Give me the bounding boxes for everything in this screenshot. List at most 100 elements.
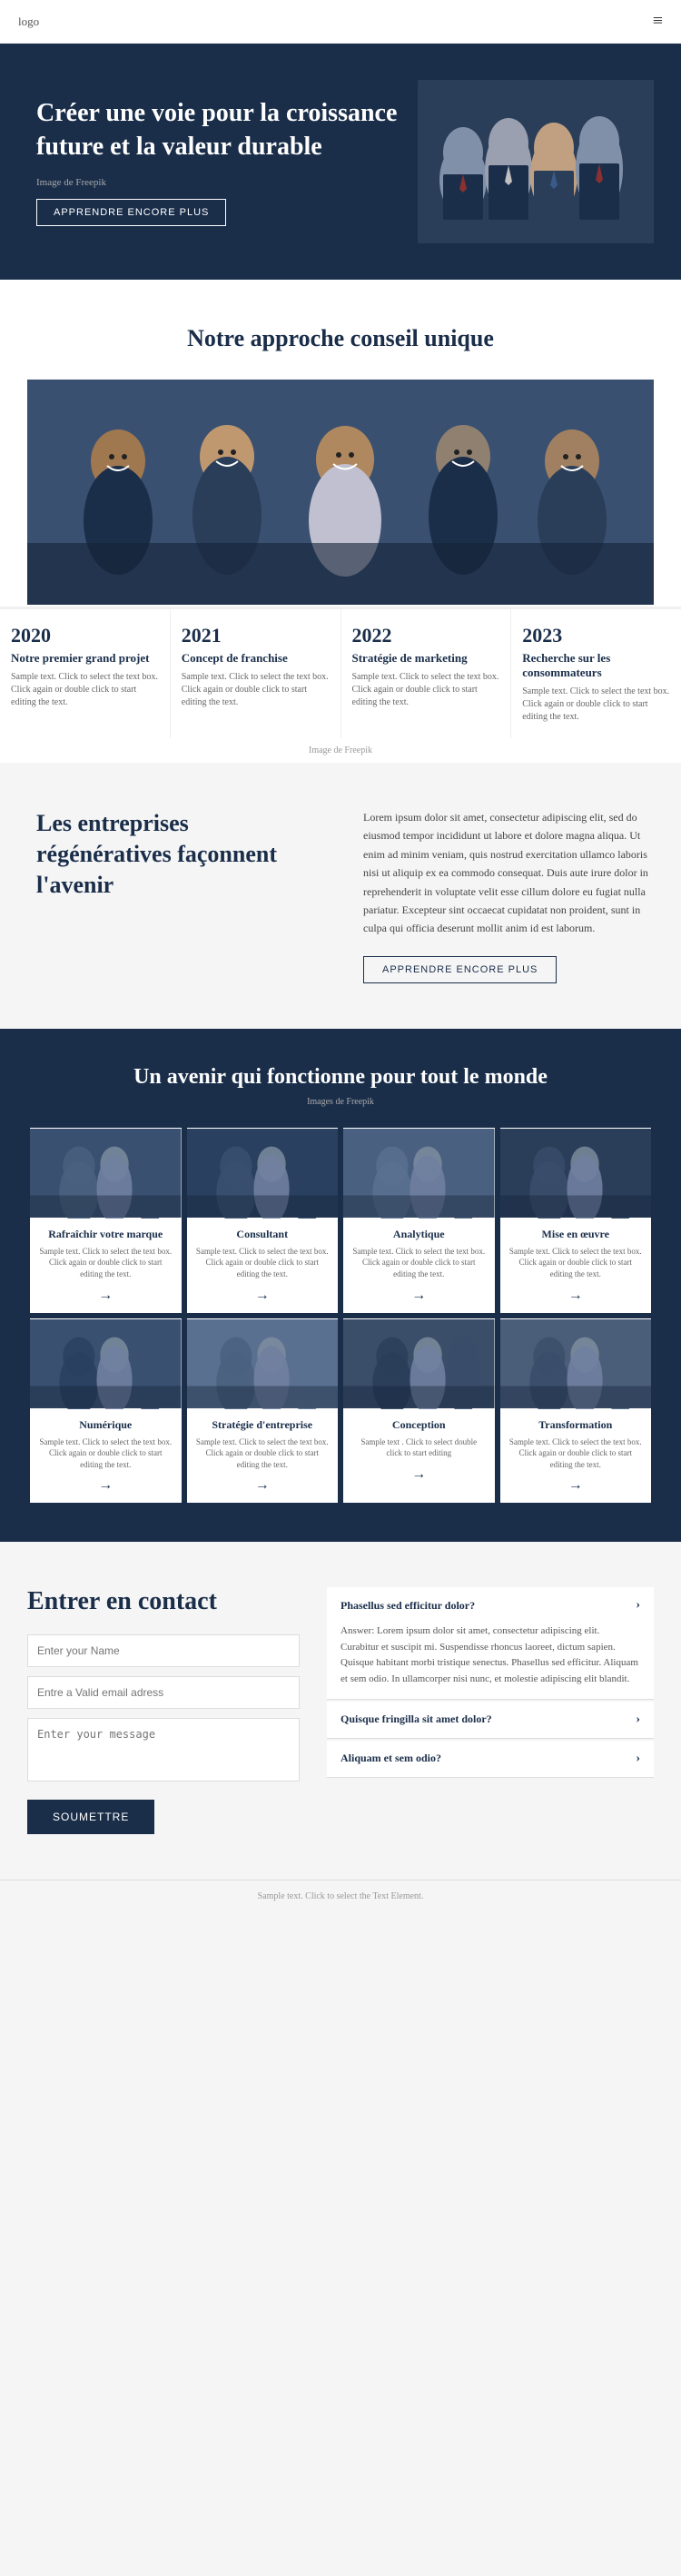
footer-text: Sample text. Click to select the Text El… xyxy=(258,1891,424,1901)
year-2020: 2020 xyxy=(11,624,159,647)
timeline-item-2021: 2021 Concept de franchise Sample text. C… xyxy=(171,609,341,738)
faq-item: Aliquam et sem odio? › xyxy=(327,1741,654,1778)
title-2022: Stratégie de marketing xyxy=(352,651,500,666)
card-text: Sample text. Click to select the text bo… xyxy=(352,1246,486,1280)
message-input[interactable] xyxy=(27,1718,300,1781)
card-arrow-icon[interactable]: → xyxy=(411,1288,426,1303)
contact-section: Entrer en contact SOUMETTRE Phasellus se… xyxy=(0,1542,681,1880)
card-text: Sample text. Click to select the text bo… xyxy=(196,1436,330,1471)
card-body: Stratégie d'entreprise Sample text. Clic… xyxy=(187,1409,339,1504)
card-title: Analytique xyxy=(352,1228,486,1241)
title-2023: Recherche sur les consommateurs xyxy=(522,651,670,680)
card-arrow-icon[interactable]: → xyxy=(568,1288,583,1303)
card-text: Sample text. Click to select the text bo… xyxy=(509,1436,643,1471)
timeline: 2020 Notre premier grand projet Sample t… xyxy=(0,607,681,738)
card-title: Transformation xyxy=(509,1418,643,1432)
card-image xyxy=(343,1318,495,1409)
card-image xyxy=(500,1318,652,1409)
card-body: Consultant Sample text. Click to select … xyxy=(187,1219,339,1313)
future-section: Un avenir qui fonctionne pour tout le mo… xyxy=(0,1029,681,1543)
text-2022: Sample text. Click to select the text bo… xyxy=(352,671,500,709)
card-body: Analytique Sample text. Click to select … xyxy=(343,1219,495,1313)
card-body: Mise en œuvre Sample text. Click to sele… xyxy=(500,1219,652,1313)
card-arrow-icon[interactable]: → xyxy=(568,1477,583,1493)
year-2021: 2021 xyxy=(182,624,330,647)
card-title: Rafraîchir votre marque xyxy=(39,1228,173,1241)
faq-answer: Answer: Lorem ipsum dolor sit amet, cons… xyxy=(327,1624,654,1698)
email-input[interactable] xyxy=(27,1676,300,1709)
contact-left: Entrer en contact SOUMETTRE xyxy=(27,1587,300,1834)
hero-section: Créer une voie pour la croissance future… xyxy=(0,44,681,280)
card-title: Mise en œuvre xyxy=(509,1228,643,1241)
regen-learn-more-button[interactable]: APPRENDRE ENCORE PLUS xyxy=(363,956,557,983)
card-text: Sample text. Click to select the text bo… xyxy=(196,1246,330,1280)
card-arrow-icon[interactable]: → xyxy=(411,1466,426,1482)
faq-question-text: Quisque fringilla sit amet dolor? xyxy=(340,1712,492,1726)
regen-text: Lorem ipsum dolor sit amet, consectetur … xyxy=(363,808,654,938)
hero-title: Créer une voie pour la croissance future… xyxy=(36,97,418,163)
card-text: Sample text . Click to select double cli… xyxy=(352,1436,486,1459)
logo: logo xyxy=(18,15,39,29)
card-image xyxy=(187,1128,339,1219)
card-body: Conception Sample text . Click to select… xyxy=(343,1409,495,1492)
faq-question-0[interactable]: Phasellus sed efficitur dolor? › xyxy=(327,1587,654,1624)
card-image xyxy=(30,1318,182,1409)
cards-grid: Rafraîchir votre marque Sample text. Cli… xyxy=(27,1125,654,1506)
hero-img-credit: Image de Freepik xyxy=(36,177,418,188)
card-item: Rafraîchir votre marque Sample text. Cli… xyxy=(30,1128,182,1313)
footer: Sample text. Click to select the Text El… xyxy=(0,1880,681,1912)
card-title: Numérique xyxy=(39,1418,173,1432)
timeline-item-2022: 2022 Stratégie de marketing Sample text.… xyxy=(341,609,512,738)
hero-text-block: Créer une voie pour la croissance future… xyxy=(36,97,418,226)
card-text: Sample text. Click to select the text bo… xyxy=(509,1246,643,1280)
card-item: Transformation Sample text. Click to sel… xyxy=(500,1318,652,1504)
title-2020: Notre premier grand projet xyxy=(11,651,159,666)
approach-title: Notre approche conseil unique xyxy=(27,325,654,352)
card-item: Numérique Sample text. Click to select t… xyxy=(30,1318,182,1504)
hamburger-icon[interactable]: ≡ xyxy=(653,11,663,32)
hero-learn-more-button[interactable]: APPRENDRE ENCORE PLUS xyxy=(36,199,226,226)
card-arrow-icon[interactable]: → xyxy=(98,1288,113,1303)
card-item: Analytique Sample text. Click to select … xyxy=(343,1128,495,1313)
approach-image xyxy=(27,380,654,607)
card-arrow-icon[interactable]: → xyxy=(255,1477,270,1493)
faq-question-2[interactable]: Aliquam et sem odio? › xyxy=(327,1741,654,1777)
card-image xyxy=(30,1128,182,1219)
hero-image xyxy=(418,80,654,243)
card-body: Rafraîchir votre marque Sample text. Cli… xyxy=(30,1219,182,1313)
year-2022: 2022 xyxy=(352,624,500,647)
contact-right: Phasellus sed efficitur dolor? › Answer:… xyxy=(327,1587,654,1834)
faq-question-text: Aliquam et sem odio? xyxy=(340,1752,441,1765)
regen-right: Lorem ipsum dolor sit amet, consectetur … xyxy=(363,808,654,983)
card-body: Numérique Sample text. Click to select t… xyxy=(30,1409,182,1504)
card-title: Consultant xyxy=(196,1228,330,1241)
chevron-right-icon: › xyxy=(636,1598,640,1613)
future-title: Un avenir qui fonctionne pour tout le mo… xyxy=(27,1065,654,1090)
regen-section: Les entreprises régénératives façonnent … xyxy=(0,763,681,1029)
name-input[interactable] xyxy=(27,1634,300,1667)
faq-question-1[interactable]: Quisque fringilla sit amet dolor? › xyxy=(327,1702,654,1738)
card-title: Conception xyxy=(352,1418,486,1432)
submit-button[interactable]: SOUMETTRE xyxy=(27,1800,154,1834)
card-item: Consultant Sample text. Click to select … xyxy=(187,1128,339,1313)
contact-title: Entrer en contact xyxy=(27,1587,300,1616)
title-2021: Concept de franchise xyxy=(182,651,330,666)
year-2023: 2023 xyxy=(522,624,670,647)
card-text: Sample text. Click to select the text bo… xyxy=(39,1436,173,1471)
text-2020: Sample text. Click to select the text bo… xyxy=(11,671,159,709)
timeline-item-2023: 2023 Recherche sur les consommateurs Sam… xyxy=(511,609,681,738)
regen-title: Les entreprises régénératives façonnent … xyxy=(36,808,327,900)
future-img-credit: Images de Freepik xyxy=(27,1097,654,1107)
chevron-right-icon: › xyxy=(636,1712,640,1727)
text-2023: Sample text. Click to select the text bo… xyxy=(522,686,670,724)
text-2021: Sample text. Click to select the text bo… xyxy=(182,671,330,709)
card-image xyxy=(500,1128,652,1219)
chevron-right-icon: › xyxy=(636,1752,640,1766)
image-credit: Image de Freepik xyxy=(0,738,681,763)
header: logo ≡ xyxy=(0,0,681,44)
card-item: Mise en œuvre Sample text. Click to sele… xyxy=(500,1128,652,1313)
regen-left: Les entreprises régénératives façonnent … xyxy=(36,808,327,918)
card-title: Stratégie d'entreprise xyxy=(196,1418,330,1432)
card-arrow-icon[interactable]: → xyxy=(98,1477,113,1493)
card-arrow-icon[interactable]: → xyxy=(255,1288,270,1303)
